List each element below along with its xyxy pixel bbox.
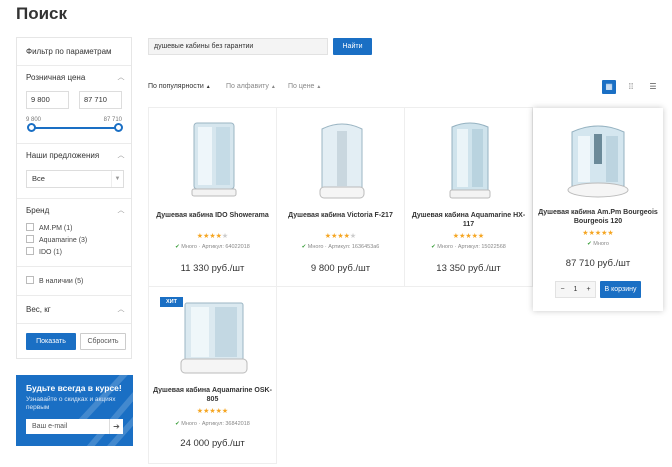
shower-cabin-image[interactable] <box>190 119 238 199</box>
offers-filter-label[interactable]: Наши предложения <box>26 151 99 160</box>
checkbox[interactable] <box>26 235 34 243</box>
divider <box>17 143 131 144</box>
rating-stars: ★★★★★ <box>196 233 229 240</box>
stock-info: ✔ Много <box>587 241 609 247</box>
arrow-right-icon[interactable]: ➔ <box>109 419 123 434</box>
chevron-up-icon[interactable]: ︿ <box>117 207 125 215</box>
offers-select[interactable]: Все ▼ <box>26 170 124 188</box>
checkbox[interactable] <box>26 276 34 284</box>
price-min-input[interactable]: 9 800 <box>26 91 69 109</box>
product-card[interactable]: Душевая кабина Victoria F-217 ★★★★★ ✔ Мн… <box>276 107 405 287</box>
page-title: Поиск <box>16 4 68 23</box>
weight-filter-label[interactable]: Вес, кг <box>26 305 51 314</box>
offers-select-value: Все <box>32 174 45 183</box>
show-button[interactable]: Показать <box>26 333 76 350</box>
search-input[interactable]: душевые кабины без гарантии <box>148 38 328 55</box>
rating-stars: ★★★★★ <box>196 408 229 415</box>
range-max-handle[interactable] <box>114 123 123 132</box>
list-icon[interactable]: ☰ <box>646 80 660 94</box>
chevron-down-icon: ▼ <box>111 171 123 187</box>
divider <box>17 266 131 267</box>
checkbox[interactable] <box>26 247 34 255</box>
search-button[interactable]: Найти <box>333 38 372 55</box>
filter-panel: Фильтр по параметрам Розничная цена ︿ 9 … <box>16 37 132 359</box>
brand-filter-label[interactable]: Бренд <box>26 206 49 215</box>
add-to-cart-button[interactable]: В корзину <box>600 281 641 298</box>
plus-button[interactable]: + <box>582 282 595 297</box>
quantity-stepper[interactable]: − 1 + <box>555 281 596 298</box>
subscribe-banner: Будьте всегда в курсе! Узнавайте о скидк… <box>16 375 133 446</box>
shower-cabin-image[interactable] <box>566 120 630 198</box>
stock-info: ✔ Много · Артикул: 15022568 <box>431 244 506 250</box>
product-price: 87 710 руб./шт <box>565 258 631 269</box>
product-card[interactable]: Душевая кабина IDO Showerama ★★★★★ ✔ Мно… <box>148 107 277 287</box>
subscribe-subtitle: Узнавайте о скидках и акциях первым <box>26 396 116 411</box>
product-name[interactable]: Душевая кабина Aquamarine OSK-805 <box>153 386 272 404</box>
filter-title: Фильтр по параметрам <box>26 47 112 56</box>
brand-option[interactable]: IDO (1) <box>26 247 62 256</box>
rating-stars: ★★★★★ <box>582 230 614 237</box>
sort-popularity[interactable]: По популярности ▲ <box>148 83 211 90</box>
product-price: 11 330 руб./шт <box>180 263 245 274</box>
chevron-up-icon[interactable]: ︿ <box>117 152 125 160</box>
minus-button[interactable]: − <box>556 282 569 297</box>
rating-stars: ★★★★★ <box>324 233 357 240</box>
price-filter-label[interactable]: Розничная цена <box>26 73 85 82</box>
stock-info: ✔ Много · Артикул: 64022018 <box>175 244 250 250</box>
reset-button[interactable]: Сбросить <box>80 333 126 350</box>
brand-option[interactable]: Aquamarine (3) <box>26 235 87 244</box>
sort-alphabet[interactable]: По алфавиту ▲ <box>226 83 276 90</box>
divider <box>17 198 131 199</box>
price-range-track[interactable] <box>31 127 119 129</box>
email-field[interactable]: Ваш e-mail <box>26 419 109 434</box>
shower-cabin-image[interactable] <box>317 119 367 201</box>
product-card[interactable]: Душевая кабина Am.Pm Bourgeois Bourgeois… <box>533 108 663 311</box>
divider <box>17 295 131 296</box>
subscribe-title: Будьте всегда в курсе! <box>26 383 122 393</box>
checkbox[interactable] <box>26 223 34 231</box>
product-name[interactable]: Душевая кабина Aquamarine HX-117 <box>409 211 528 229</box>
in-stock-option[interactable]: В наличии (5) <box>26 276 83 285</box>
price-max-input[interactable]: 87 710 <box>79 91 122 109</box>
rating-stars: ★★★★★ <box>452 233 485 240</box>
product-name[interactable]: Душевая кабина IDO Showerama <box>153 211 272 220</box>
product-price: 13 350 руб./шт <box>436 263 501 274</box>
product-name[interactable]: Душевая кабина Victoria F-217 <box>281 211 400 220</box>
range-min-label: 9 800 <box>26 117 42 123</box>
tile-icon[interactable]: ⁞⁞ <box>624 80 638 94</box>
product-name[interactable]: Душевая кабина Am.Pm Bourgeois Bourgeois… <box>537 208 659 226</box>
brand-option[interactable]: AM.PM (1) <box>26 223 72 232</box>
divider <box>17 65 131 66</box>
range-min-handle[interactable] <box>27 123 36 132</box>
chevron-up-icon[interactable]: ︿ <box>117 74 125 82</box>
shower-cabin-image[interactable] <box>448 119 492 201</box>
product-price: 9 800 руб./шт <box>310 263 371 274</box>
stock-info: ✔ Много · Артикул: 36842018 <box>175 421 250 427</box>
chevron-up-icon[interactable]: ︿ <box>117 306 125 314</box>
stock-info: ✔ Много · Артикул: 1636453a6 <box>301 244 380 250</box>
sort-price[interactable]: По цене ▲ <box>288 83 321 90</box>
divider <box>17 323 131 324</box>
product-price: 24 000 руб./шт <box>180 438 245 449</box>
shower-cabin-image[interactable] <box>179 297 249 377</box>
product-card[interactable]: ХИТ Душевая кабина Aquamarine OSK-805 ★★… <box>148 286 277 464</box>
product-card[interactable]: Душевая кабина Aquamarine HX-117 ★★★★★ ✔… <box>404 107 533 287</box>
quantity-value[interactable]: 1 <box>569 282 582 297</box>
grid-icon[interactable]: ▦ <box>602 80 616 94</box>
